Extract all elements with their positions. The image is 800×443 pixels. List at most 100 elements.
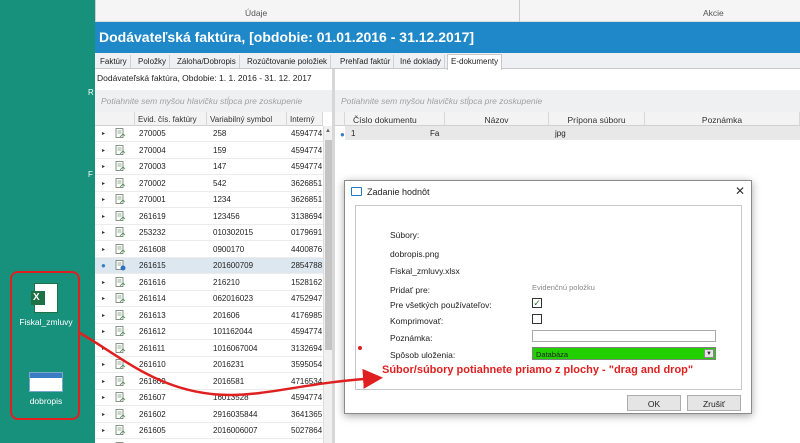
table-row[interactable]: ▸ 261609 2016581 4716534 — [95, 374, 323, 390]
window-title: Dodávateľská faktúra, [obdobie: 01.01.20… — [95, 22, 800, 53]
vertical-scrollbar[interactable]: ▲ — [323, 126, 332, 443]
desktop-icon-fiskal-zmluvy[interactable]: X Fiskal_zmluvy — [14, 283, 78, 327]
expand-icon[interactable]: ▸ — [102, 345, 105, 352]
tab-zaloha-dobropis[interactable]: Záloha/Dobropis — [174, 55, 240, 69]
expand-icon[interactable]: ▸ — [102, 295, 105, 302]
cell-evid: 261612 — [139, 327, 166, 336]
expand-icon[interactable]: ▸ — [102, 279, 105, 286]
storage-select[interactable]: Databáza ▼ — [532, 347, 716, 360]
chevron-down-icon[interactable]: ▼ — [704, 349, 714, 358]
table-row[interactable]: ▸26160104997888260185 — [95, 440, 323, 443]
expand-icon[interactable]: ▸ — [102, 378, 105, 385]
expand-icon[interactable]: ▸ — [102, 213, 105, 220]
table-row[interactable]: ▸ 261602 2916035844 3641365 — [95, 407, 323, 423]
column-header-cislo[interactable]: Číslo dokumentu — [345, 112, 445, 126]
cell-interny: 3641365 — [291, 409, 323, 419]
table-row[interactable]: ▸ 261616 216210 1528162 — [95, 275, 323, 291]
file-name: dobropis.png — [390, 249, 440, 259]
table-row[interactable]: ▸ 261608 0900170 4400876 — [95, 242, 323, 258]
table-row[interactable]: ▸ 261619 123456 3138694 — [95, 209, 323, 225]
expand-icon[interactable]: ▸ — [102, 361, 105, 368]
table-row[interactable]: ▸ 261610 2016231 3595054 — [95, 357, 323, 373]
expand-icon[interactable]: ▸ — [102, 411, 105, 418]
table-row[interactable]: ▸ 261605 2016006007 5027864 — [95, 423, 323, 439]
cell-evid: 261613 — [139, 310, 166, 320]
cancel-button[interactable]: Zrušiť — [687, 395, 741, 411]
expand-icon[interactable]: ▸ — [102, 180, 105, 187]
cell-vs: 2916035844 — [213, 409, 258, 419]
table-row[interactable]: ● 261615 201600709 2854788 — [95, 258, 323, 274]
table-row[interactable]: 1 Fa jpg — [345, 126, 800, 140]
desktop-icon-label: dobropis — [29, 396, 63, 406]
scrollbar-thumb[interactable] — [325, 140, 332, 350]
expand-icon[interactable]: ▸ — [102, 229, 105, 236]
dialog-window-icon — [351, 187, 362, 196]
column-header-vs[interactable]: Variabilný symbol — [207, 112, 287, 126]
expand-icon[interactable]: ▸ — [102, 394, 105, 401]
cell-interny: 4176985 — [291, 310, 323, 320]
input-dialog: Zadanie hodnôt ✕ Súbory: dobropis.png Fi… — [344, 180, 752, 414]
document-icon — [115, 194, 126, 204]
tab-e-dokumenty[interactable]: E-dokumenty — [447, 54, 503, 70]
expand-icon[interactable]: ▸ — [102, 163, 105, 170]
table-row[interactable]: ▸ 261613 201606 4176985 — [95, 308, 323, 324]
image-file-icon — [29, 372, 63, 392]
column-header-poznamka[interactable]: Poznámka — [645, 112, 800, 126]
document-icon — [115, 144, 126, 155]
tab-ine-doklady[interactable]: Iné doklady — [397, 55, 445, 69]
table-row[interactable]: ▸ 270003 147 4594774 — [95, 159, 323, 175]
table-row[interactable]: ▸ 261607 16013528 4594774 — [95, 390, 323, 406]
expand-icon[interactable]: ▸ — [102, 427, 105, 434]
column-header-indicator[interactable] — [335, 112, 345, 126]
cell-vs: 258 — [213, 129, 227, 138]
group-panel-right[interactable]: Potiahnite sem myšou hlavičku stĺpca pre… — [335, 90, 800, 112]
grid-caption: Dodávateľská faktúra, Obdobie: 1. 1. 201… — [95, 69, 335, 87]
column-header-indicator[interactable] — [95, 112, 135, 126]
desktop-icon-dobropis[interactable]: dobropis — [14, 372, 78, 406]
table-row[interactable]: ▸ 261611 1016067004 3132694 — [95, 341, 323, 357]
expand-icon[interactable]: ▸ — [102, 196, 105, 203]
storage-label: Spôsob uloženia: — [390, 350, 456, 360]
ribbon-separator — [95, 0, 96, 22]
table-row[interactable]: ▸ 253232 010302015 0179691 — [95, 225, 323, 241]
compress-checkbox[interactable] — [532, 314, 542, 324]
all-users-checkbox[interactable]: ✓ — [532, 298, 542, 308]
expand-icon[interactable]: ▸ — [102, 246, 105, 253]
cell-evid: 261609 — [139, 376, 166, 386]
cell-vs: 159 — [213, 145, 227, 155]
instruction-annotation: Súbor/súbory potiahnete priamo z plochy … — [382, 364, 694, 376]
cell-vs: 216210 — [213, 277, 240, 287]
table-row[interactable]: ▸ 270005 258 4594774 — [95, 126, 323, 142]
table-row[interactable]: ▸ 270004 159 4594774 — [95, 143, 323, 159]
close-icon[interactable]: ✕ — [735, 184, 745, 198]
document-icon — [115, 425, 126, 435]
table-row[interactable]: ▸ 261612 101162044 4594774 — [95, 324, 323, 340]
scroll-up-icon[interactable]: ▲ — [325, 128, 331, 134]
expand-icon[interactable]: ▸ — [102, 130, 105, 137]
group-panel-left[interactable]: Potiahnite sem myšou hlavičku stĺpca pre… — [95, 90, 332, 112]
required-marker — [358, 346, 362, 350]
column-header-nazov[interactable]: Názov — [445, 112, 549, 126]
note-input[interactable] — [532, 330, 716, 342]
cell-interny: 3626851 — [291, 195, 323, 204]
table-row[interactable]: ▸ 270001 1234 3626851 — [95, 192, 323, 208]
cell-interny: 3138694 — [291, 211, 323, 221]
column-header-evid[interactable]: Evid. čís. faktúry — [135, 112, 207, 126]
tab-faktury[interactable]: Faktúry — [97, 55, 131, 69]
expand-icon[interactable]: ▸ — [102, 147, 105, 154]
expand-icon[interactable]: ▸ — [102, 328, 105, 335]
ok-button[interactable]: OK — [627, 395, 681, 411]
tab-prehlad-faktur[interactable]: Prehľad faktúr — [337, 55, 395, 69]
expand-icon[interactable]: ▸ — [102, 312, 105, 319]
tab-rozuctovanie-poloziek[interactable]: Rozúčtovanie položiek — [244, 55, 332, 69]
tab-polozky[interactable]: Položky — [135, 55, 171, 69]
dialog-titlebar[interactable]: Zadanie hodnôt ✕ — [345, 181, 751, 203]
document-icon — [115, 177, 126, 188]
table-row[interactable]: ▸ 270002 542 3626851 — [95, 176, 323, 192]
document-icon — [115, 326, 126, 336]
cell-vs: 010302015 — [213, 228, 254, 237]
column-header-interny[interactable]: Interný — [287, 112, 323, 126]
column-header-pripona[interactable]: Prípona súboru — [549, 112, 645, 126]
cell-vs: 1234 — [213, 195, 231, 204]
table-row[interactable]: ▸ 261614 062016023 4752947 — [95, 291, 323, 307]
